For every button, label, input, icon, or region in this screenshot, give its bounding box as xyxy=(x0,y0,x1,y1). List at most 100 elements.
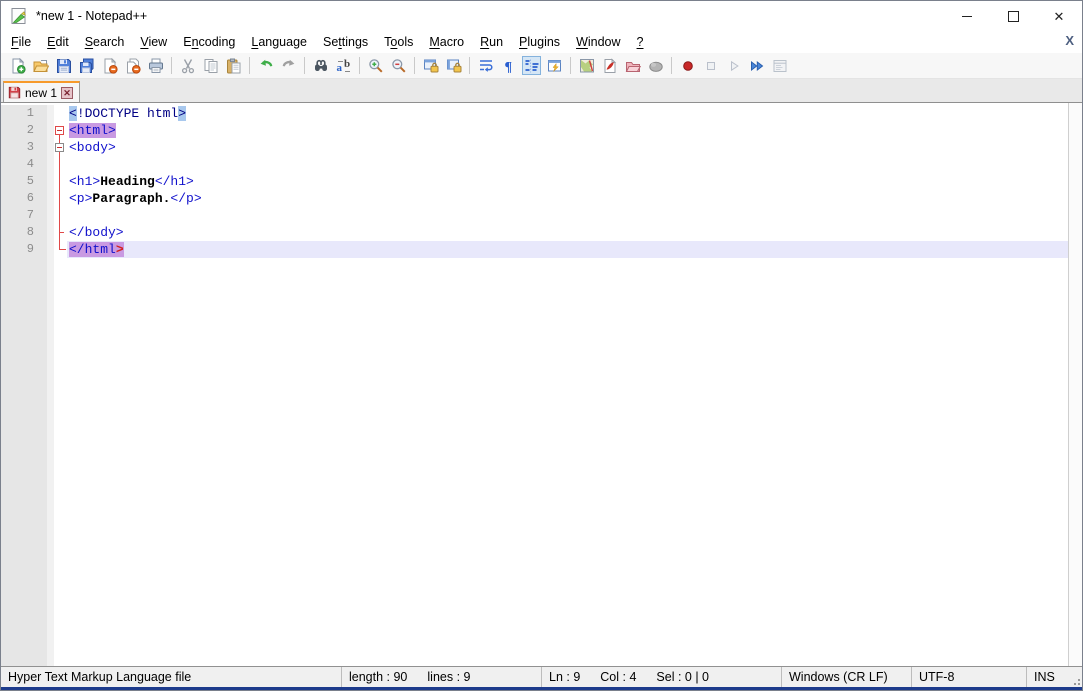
document-map-button[interactable] xyxy=(577,56,596,75)
editor-line[interactable]: 5<h1>Heading</h1> xyxy=(1,173,1069,190)
menu-item-language[interactable]: Language xyxy=(243,33,315,51)
menu-item-encoding[interactable]: Encoding xyxy=(175,33,243,51)
macro-save-button[interactable] xyxy=(770,56,789,75)
menu-item-tools[interactable]: Tools xyxy=(376,33,421,51)
undo-button[interactable] xyxy=(256,56,275,75)
copy-button[interactable] xyxy=(201,56,220,75)
editor-line[interactable]: 9 </html> xyxy=(1,241,1069,258)
replace-button[interactable]: ab xyxy=(334,56,353,75)
status-filetype: Hyper Text Markup Language file xyxy=(1,667,341,687)
code-text[interactable]: <p>Paragraph.</p> xyxy=(67,190,1069,207)
print-button[interactable] xyxy=(146,56,165,75)
menubar-close-document-icon[interactable]: X xyxy=(1065,33,1074,48)
show-all-characters-button[interactable]: ¶ xyxy=(499,56,518,75)
toolbar-separator xyxy=(359,57,360,74)
status-col: Col : 4 xyxy=(600,670,636,684)
menu-item-help[interactable]: ? xyxy=(629,33,652,51)
editor-line[interactable]: 6<p>Paragraph.</p> xyxy=(1,190,1069,207)
macro-record-icon xyxy=(680,58,696,74)
editor-line[interactable]: 7 xyxy=(1,207,1069,224)
folder-as-workspace-button[interactable] xyxy=(646,56,665,75)
macro-stop-button[interactable] xyxy=(701,56,720,75)
code-text[interactable]: <body> xyxy=(67,139,1069,156)
line-number: 9 xyxy=(1,241,47,258)
menu-item-plugins[interactable]: Plugins xyxy=(511,33,568,51)
close-all-button[interactable] xyxy=(123,56,142,75)
fold-margin-cell xyxy=(54,173,67,190)
editor-lines[interactable]: 1<!DOCTYPE html>2<html>3<body>45<h1>Head… xyxy=(1,105,1069,258)
fold-margin-cell xyxy=(54,190,67,207)
code-text[interactable]: <html> xyxy=(67,122,1069,139)
resize-grip[interactable] xyxy=(1072,677,1080,685)
redo-button[interactable] xyxy=(279,56,298,75)
fold-margin-cell xyxy=(54,241,67,258)
menu-item-search[interactable]: Search xyxy=(77,33,133,51)
function-list-button[interactable] xyxy=(545,56,564,75)
code-text[interactable] xyxy=(67,207,1069,224)
macro-play-button[interactable] xyxy=(724,56,743,75)
toolbar-separator xyxy=(249,57,250,74)
close-file-icon xyxy=(102,58,118,74)
folder-as-workspace-icon xyxy=(648,58,664,74)
macro-record-button[interactable] xyxy=(678,56,697,75)
new-file-button[interactable] xyxy=(8,56,27,75)
tab-close-icon[interactable]: ✕ xyxy=(61,87,73,99)
sync-vertical-scroll-icon xyxy=(423,58,439,74)
fold-collapse-icon[interactable] xyxy=(55,143,64,152)
menu-item-window[interactable]: Window xyxy=(568,33,628,51)
tab-new-1[interactable]: new 1 ✕ xyxy=(3,81,80,102)
editor-line[interactable]: 3<body> xyxy=(1,139,1069,156)
code-text[interactable]: <h1>Heading</h1> xyxy=(67,173,1069,190)
cut-button[interactable] xyxy=(178,56,197,75)
redo-icon xyxy=(281,58,297,74)
menu-item-view[interactable]: View xyxy=(132,33,175,51)
editor-line[interactable]: 8 </body> xyxy=(1,224,1069,241)
macro-run-multiple-button[interactable] xyxy=(747,56,766,75)
fold-margin-cell[interactable] xyxy=(54,122,67,139)
zoom-in-button[interactable] xyxy=(366,56,385,75)
save-file-button[interactable] xyxy=(54,56,73,75)
toolbar-separator xyxy=(304,57,305,74)
save-all-button[interactable] xyxy=(77,56,96,75)
fold-margin-cell xyxy=(54,156,67,173)
menu-item-run[interactable]: Run xyxy=(472,33,511,51)
menu-item-macro[interactable]: Macro xyxy=(421,33,472,51)
editor-line[interactable]: 1<!DOCTYPE html> xyxy=(1,105,1069,122)
project-panel-icon xyxy=(625,58,641,74)
open-file-button[interactable] xyxy=(31,56,50,75)
sync-horizontal-scroll-button[interactable] xyxy=(444,56,463,75)
editor-line[interactable]: 4 xyxy=(1,156,1069,173)
document-switcher-button[interactable] xyxy=(600,56,619,75)
document-switcher-icon xyxy=(602,58,618,74)
status-length-lines: length : 90 lines : 9 xyxy=(341,667,541,687)
vertical-scrollbar[interactable] xyxy=(1068,103,1082,667)
line-number: 8 xyxy=(1,224,47,241)
editor-line[interactable]: 2<html> xyxy=(1,122,1069,139)
code-text[interactable]: <!DOCTYPE html> xyxy=(67,105,1069,122)
sync-vertical-scroll-button[interactable] xyxy=(421,56,440,75)
close-file-button[interactable] xyxy=(100,56,119,75)
fold-collapse-icon[interactable] xyxy=(55,126,64,135)
menu-item-settings[interactable]: Settings xyxy=(315,33,376,51)
code-text[interactable]: </html> xyxy=(67,241,1069,258)
toolbar-separator xyxy=(570,57,571,74)
menu-item-edit[interactable]: Edit xyxy=(39,33,77,51)
project-panel-button[interactable] xyxy=(623,56,642,75)
menu-item-file[interactable]: File xyxy=(3,33,39,51)
paste-button[interactable] xyxy=(224,56,243,75)
show-indent-guide-button[interactable] xyxy=(522,56,541,75)
close-button[interactable]: ✕ xyxy=(1036,1,1082,31)
sync-horizontal-scroll-icon xyxy=(446,58,462,74)
code-text[interactable] xyxy=(67,156,1069,173)
find-button[interactable] xyxy=(311,56,330,75)
svg-text:¶: ¶ xyxy=(504,60,512,74)
function-list-icon xyxy=(547,58,563,74)
word-wrap-button[interactable] xyxy=(476,56,495,75)
minimize-button[interactable] xyxy=(944,1,990,31)
zoom-out-button[interactable] xyxy=(389,56,408,75)
fold-margin-cell[interactable] xyxy=(54,139,67,156)
line-number: 4 xyxy=(1,156,47,173)
maximize-button[interactable] xyxy=(990,1,1036,31)
code-text[interactable]: </body> xyxy=(67,224,1069,241)
editor-area[interactable]: 1<!DOCTYPE html>2<html>3<body>45<h1>Head… xyxy=(1,102,1082,667)
